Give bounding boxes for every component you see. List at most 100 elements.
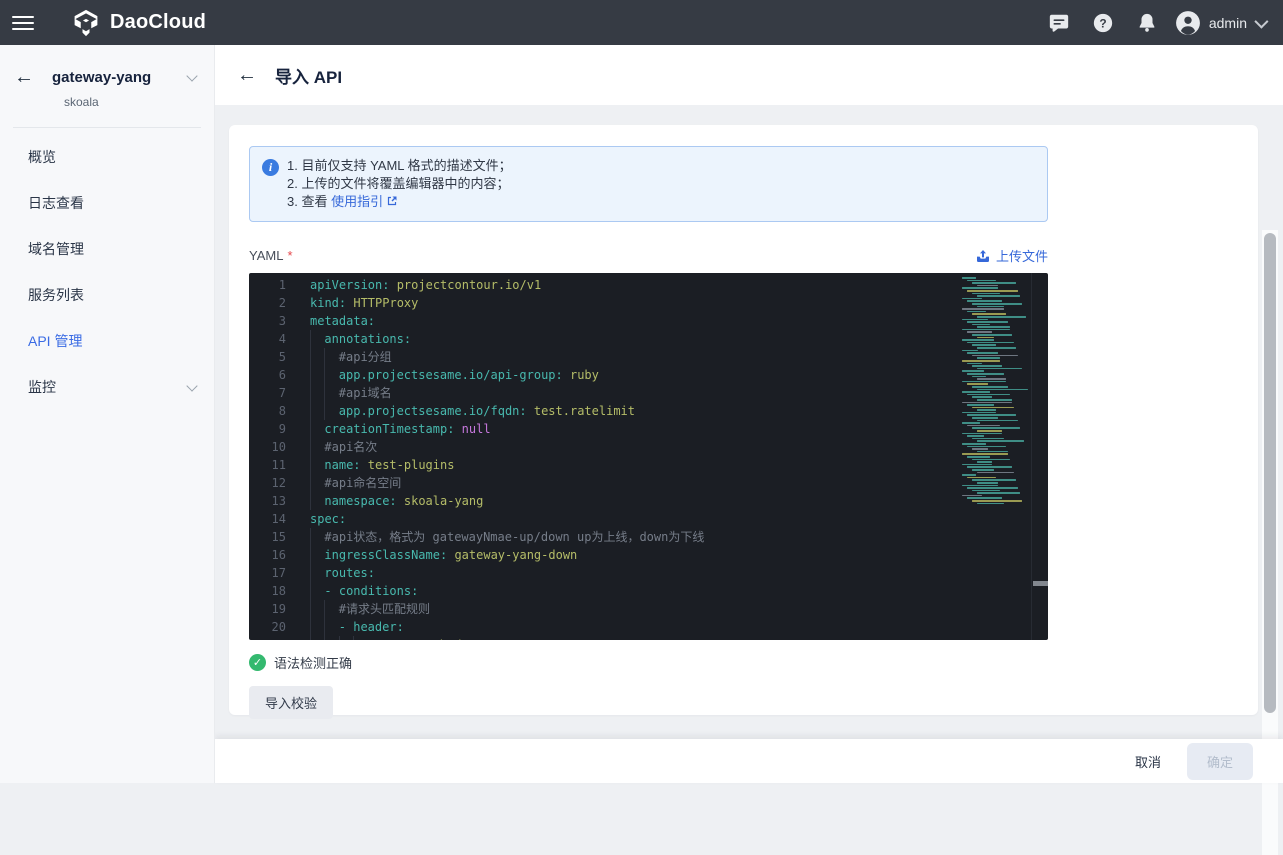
daocloud-logo-icon [72,9,100,37]
yaml-editor[interactable]: 1apiVersion: projectcontour.io/v12kind: … [249,273,1048,640]
sidebar-item-3[interactable]: 服务列表 [0,272,214,318]
cancel-button[interactable]: 取消 [1135,752,1161,771]
info-alert: i 1. 目前仅支持 YAML 格式的描述文件；2. 上传的文件将覆盖编辑器中的… [249,146,1048,222]
sidebar-item-label: 概览 [28,147,196,167]
line-number: 4 [249,330,286,348]
sidebar-item-label: 域名管理 [28,239,196,259]
editor-line: 6app.projectsesame.io/api-group: ruby [249,366,704,384]
line-number: 14 [249,510,286,528]
import-api-card: i 1. 目前仅支持 YAML 格式的描述文件；2. 上传的文件将覆盖编辑器中的… [229,125,1258,715]
avatar [1175,10,1201,36]
page-scrollbar-thumb[interactable] [1264,233,1276,713]
line-number: 12 [249,474,286,492]
line-number: 18 [249,582,286,600]
sidebar-item-1[interactable]: 日志查看 [0,180,214,226]
content-area: i 1. 目前仅支持 YAML 格式的描述文件；2. 上传的文件将覆盖编辑器中的… [215,105,1283,783]
upload-icon [975,248,991,264]
editor-line: 1apiVersion: projectcontour.io/v1 [249,276,704,294]
svg-text:?: ? [1099,16,1106,30]
info-alert-text: 1. 目前仅支持 YAML 格式的描述文件；2. 上传的文件将覆盖编辑器中的内容… [287,157,512,211]
check-circle-icon: ✓ [249,654,266,671]
editor-line: 7#api域名 [249,384,704,402]
sidebar-item-4[interactable]: API 管理 [0,318,214,364]
editor-line: 11name: test-plugins [249,456,704,474]
yaml-field-label: YAML [249,248,283,263]
editor-line: 18- conditions: [249,582,704,600]
editor-line: 10#api名次 [249,438,704,456]
editor-line: 4annotations: [249,330,704,348]
editor-scrollbar[interactable] [1031,273,1048,640]
page-title: 导入 API [275,63,342,88]
sidebar-menu: 概览日志查看域名管理服务列表 API 管理监控 [0,134,214,410]
sidebar-item-label: 日志查看 [28,193,196,213]
sidebar: ← gateway-yang skoala 概览日志查看域名管理服务列表 API … [0,45,215,783]
confirm-button[interactable]: 确定 [1187,743,1253,780]
workspace-namespace: skoala [64,95,196,109]
editor-line: 17routes: [249,564,704,582]
sidebar-item-0[interactable]: 概览 [0,134,214,180]
sidebar-back-icon[interactable]: ← [14,67,34,87]
messages-icon[interactable] [1041,5,1077,41]
sidebar-divider [13,127,201,128]
line-number: 1 [249,276,286,294]
usage-guide-link[interactable]: 使用指引 [331,194,383,209]
help-icon[interactable]: ? [1085,5,1121,41]
import-validate-button[interactable]: 导入校验 [249,686,333,719]
line-number: 17 [249,564,286,582]
syntax-status: ✓ 语法检测正确 [249,653,1238,672]
editor-minimap[interactable] [962,277,1024,505]
line-number: 5 [249,348,286,366]
sidebar-item-5[interactable]: 监控 [0,364,214,410]
line-number: 3 [249,312,286,330]
editor-line: 2kind: HTTPProxy [249,294,704,312]
sidebar-item-label: 监控 [28,377,188,397]
editor-line: 14spec: [249,510,704,528]
editor-line: 9creationTimestamp: null [249,420,704,438]
editor-line: 8app.projectsesame.io/fqdn: test.ratelim… [249,402,704,420]
line-number: 13 [249,492,286,510]
notifications-icon[interactable] [1129,5,1165,41]
user-menu[interactable]: admin [1175,10,1265,36]
syntax-status-text: 语法检测正确 [274,653,352,672]
sidebar-item-2[interactable]: 域名管理 [0,226,214,272]
editor-line: 20- header: [249,618,704,636]
line-number: 8 [249,402,286,420]
line-number: 10 [249,438,286,456]
line-number: 6 [249,366,286,384]
chevron-down-icon [186,380,197,391]
brand-name: DaoCloud [110,11,206,34]
editor-line: 5#api分组 [249,348,704,366]
hamburger-menu-icon[interactable] [0,0,46,45]
workspace-selector[interactable]: ← gateway-yang [14,67,196,87]
sidebar-item-label: API 管理 [28,331,196,351]
required-asterisk: * [287,248,292,263]
line-number: 16 [249,546,286,564]
footer-bar: 取消 确定 [215,739,1283,783]
line-number: 9 [249,420,286,438]
page-header: ← 导入 API [215,45,1283,105]
line-number: 11 [249,456,286,474]
chevron-down-icon [186,70,197,81]
line-number: 15 [249,528,286,546]
line-number: 2 [249,294,286,312]
line-number: 19 [249,600,286,618]
workspace-name: gateway-yang [52,69,188,86]
editor-line: 19#请求头匹配规则 [249,600,704,618]
chevron-down-icon [1254,14,1268,28]
editor-line: 15#api状态，格式为 gatewayNmae-up/down up为上线，d… [249,528,704,546]
external-link-icon [386,195,398,207]
editor-line: 13namespace: skoala-yang [249,492,704,510]
info-icon: i [262,159,279,176]
line-number: 20 [249,618,286,636]
editor-line: 16ingressClassName: gateway-yang-down [249,546,704,564]
username: admin [1209,15,1247,31]
line-number: 21 [249,636,286,640]
brand: DaoCloud [72,9,206,37]
editor-line: 3metadata: [249,312,704,330]
topbar: DaoCloud ? admin [0,0,1283,45]
line-number: 7 [249,384,286,402]
page-back-icon[interactable]: ← [237,64,263,87]
sidebar-item-label: 服务列表 [28,285,196,305]
upload-file-button[interactable]: 上传文件 [975,246,1048,265]
editor-line: 12#api命名空间 [249,474,704,492]
